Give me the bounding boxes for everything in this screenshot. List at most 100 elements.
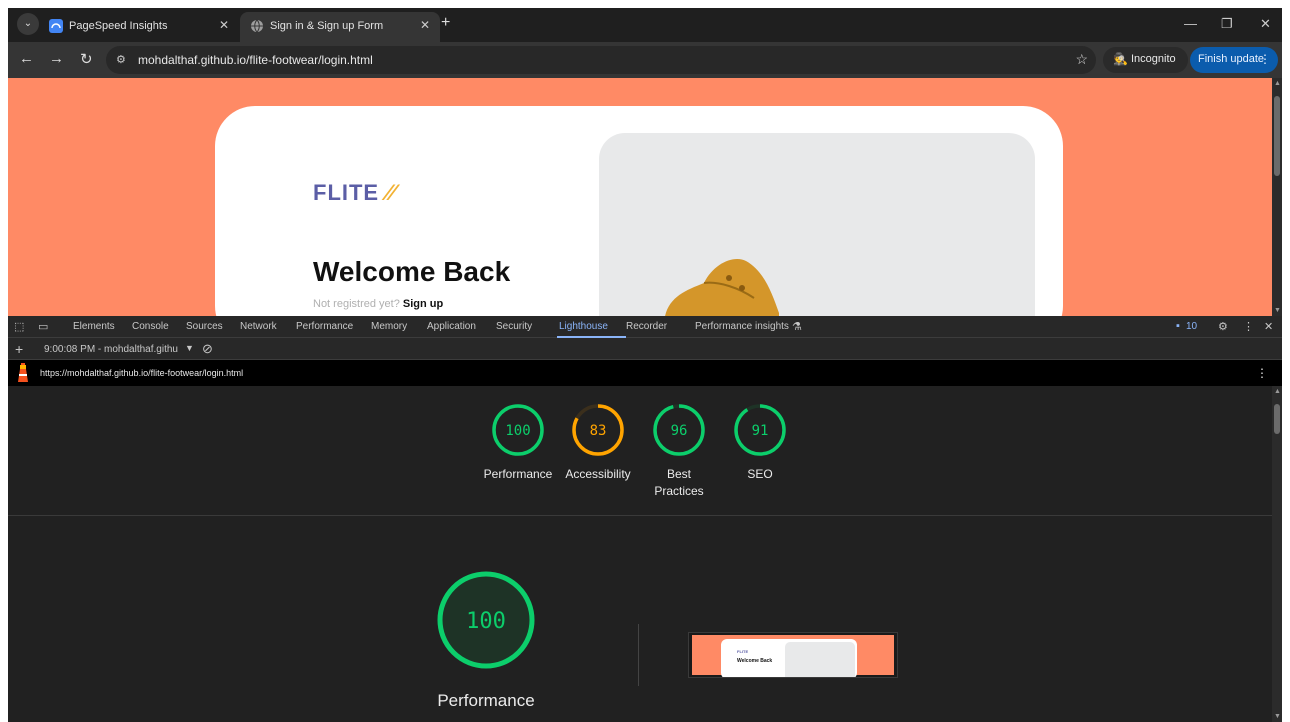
bookmark-star-icon[interactable]: ☆ xyxy=(1075,51,1088,68)
divider xyxy=(8,515,1272,516)
clear-icon[interactable]: ⊘ xyxy=(202,341,213,357)
url-text: mohdalthaf.github.io/flite-footwear/logi… xyxy=(138,53,373,67)
thumb-image-panel xyxy=(785,642,855,677)
logo-text: FLITE xyxy=(313,180,380,205)
shoe-image xyxy=(665,259,779,316)
report-selector[interactable]: 9:00:08 PM - mohdalthaf.githu xyxy=(44,344,178,355)
reload-icon[interactable]: ↻ xyxy=(80,50,93,68)
scroll-down-icon[interactable]: ▼ xyxy=(1274,307,1281,314)
tab-title: PageSpeed Insights xyxy=(69,20,168,32)
page-viewport: FLITE ⁄⁄ Welcome Back Not registred yet?… xyxy=(8,78,1282,316)
tab-console[interactable]: Console xyxy=(132,321,169,332)
score-gauge-performance[interactable]: 100 xyxy=(491,403,545,457)
score-gauge-best[interactable]: 96 xyxy=(652,403,706,457)
settings-gear-icon[interactable]: ⚙ xyxy=(1218,320,1228,333)
report-url-bar: https://mohdalthaf.github.io/flite-footw… xyxy=(8,360,1282,386)
gauge-score: 83 xyxy=(590,423,607,439)
score-gauge-seo[interactable]: 91 xyxy=(733,403,787,457)
issues-count[interactable]: 10 xyxy=(1186,321,1197,332)
gauge-label: Accessibility xyxy=(553,466,643,483)
device-toolbar-icon[interactable]: ▭ xyxy=(38,320,48,333)
signup-link[interactable]: Sign up xyxy=(403,298,443,310)
tab-pagespeed[interactable]: PageSpeed Insights ✕ xyxy=(39,12,239,42)
inspect-element-icon[interactable]: ⬚ xyxy=(14,320,24,333)
minimize-icon[interactable]: — xyxy=(1184,16,1197,31)
close-devtools-icon[interactable]: ✕ xyxy=(1264,320,1273,333)
incognito-button[interactable]: 🕵 Incognito xyxy=(1103,47,1188,73)
new-report-icon[interactable]: + xyxy=(15,341,23,357)
close-icon[interactable]: ✕ xyxy=(420,18,430,32)
tab-sources[interactable]: Sources xyxy=(186,321,223,332)
performance-gauge-large: 100 xyxy=(437,571,535,669)
tab-performance[interactable]: Performance xyxy=(296,321,353,332)
tab-elements[interactable]: Elements xyxy=(73,321,115,332)
gauge-score: 91 xyxy=(752,423,769,439)
tab-recorder[interactable]: Recorder xyxy=(626,321,667,332)
gauge-label-text: SEO xyxy=(747,467,773,481)
tab-signin[interactable]: Sign in & Sign up Form ✕ xyxy=(240,12,440,42)
gauge-label-text: Accessibility xyxy=(565,467,631,481)
thumb-card: FLITE Welcome Back xyxy=(721,639,857,677)
report-menu-icon[interactable]: ⋮ xyxy=(1256,366,1268,380)
flite-logo: FLITE ⁄⁄ xyxy=(313,180,396,206)
tab-lighthouse[interactable]: Lighthouse xyxy=(559,321,608,332)
new-tab-icon[interactable]: + xyxy=(441,14,450,32)
globe-icon xyxy=(251,19,263,33)
site-info-icon[interactable]: ⚙ xyxy=(116,53,126,66)
incognito-icon: 🕵 xyxy=(1113,52,1128,66)
flask-icon: ⚗ xyxy=(792,321,802,333)
thumb-heading: Welcome Back xyxy=(737,658,773,664)
scroll-down-icon[interactable]: ▼ xyxy=(1274,713,1281,720)
score-gauge-accessibility[interactable]: 83 xyxy=(571,403,625,457)
close-icon[interactable]: ✕ xyxy=(219,18,229,32)
page-scrollbar[interactable]: ▲ ▼ xyxy=(1272,78,1282,316)
more-options-icon[interactable]: ⋮ xyxy=(1243,320,1254,333)
finish-update-label: Finish update xyxy=(1198,53,1265,65)
final-screenshot-thumbnail[interactable]: FLITE Welcome Back xyxy=(688,632,898,678)
scroll-up-icon[interactable]: ▲ xyxy=(1274,388,1281,395)
signup-prompt: Not registred yet? Sign up xyxy=(313,298,443,310)
browser-toolbar: ← → ↻ ⚙ mohdalthaf.github.io/flite-footw… xyxy=(8,42,1282,78)
forward-icon[interactable]: → xyxy=(49,50,64,67)
login-card: FLITE ⁄⁄ Welcome Back Not registred yet?… xyxy=(215,106,1063,316)
scroll-up-icon[interactable]: ▲ xyxy=(1274,80,1281,87)
restore-icon[interactable]: ❐ xyxy=(1221,16,1233,32)
close-window-icon[interactable]: ✕ xyxy=(1260,16,1271,32)
gauge-label-text: Practices xyxy=(654,484,704,498)
scrollbar-thumb[interactable] xyxy=(1274,404,1280,434)
report-url: https://mohdalthaf.github.io/flite-footw… xyxy=(40,368,244,378)
gauge-score: 96 xyxy=(671,423,688,439)
issues-icon[interactable]: ▪ xyxy=(1176,320,1180,332)
tab-performance-insights[interactable]: Performance insights xyxy=(695,321,789,332)
page-title: Welcome Back xyxy=(313,256,511,287)
more-icon[interactable]: ⋮ xyxy=(1259,52,1271,66)
lighthouse-toolbar: + 9:00:08 PM - mohdalthaf.githu ▼ ⊘ xyxy=(8,338,1282,360)
report-scrollbar[interactable]: ▲ ▼ xyxy=(1272,386,1282,722)
incognito-label: Incognito xyxy=(1131,53,1176,65)
performance-score-large: 100 xyxy=(466,609,506,634)
tab-application[interactable]: Application xyxy=(427,321,476,332)
back-icon[interactable]: ← xyxy=(19,50,34,67)
tab-memory[interactable]: Memory xyxy=(371,321,407,332)
gauge-label: Best Practices xyxy=(634,466,724,500)
gauge-label: SEO xyxy=(715,466,805,483)
tab-security[interactable]: Security xyxy=(496,321,532,332)
address-bar[interactable]: ⚙ mohdalthaf.github.io/flite-footwear/lo… xyxy=(106,46,1096,74)
gauge-label-text: Performance xyxy=(483,467,553,481)
performance-label-large: Performance xyxy=(437,691,535,710)
gauge-label-text: Best xyxy=(666,467,691,481)
finish-update-button[interactable]: Finish update ⋮ xyxy=(1190,47,1278,73)
chevron-down-icon[interactable]: ▼ xyxy=(185,343,194,353)
shoe-image-panel xyxy=(599,133,1035,316)
vertical-separator xyxy=(638,624,639,686)
gauge-label: Performance xyxy=(473,466,563,483)
tab-network[interactable]: Network xyxy=(240,321,277,332)
thumb-logo: FLITE xyxy=(737,649,749,654)
devtools-tab-bar: ⬚ ▭ Elements Console Sources Network Per… xyxy=(8,316,1282,338)
scrollbar-thumb[interactable] xyxy=(1274,96,1280,176)
gauge-score: 100 xyxy=(505,423,530,439)
logo-swoosh-icon: ⁄⁄ xyxy=(386,180,396,205)
prompt-text: Not registred yet? xyxy=(313,298,400,310)
tab-title: Sign in & Sign up Form xyxy=(270,20,384,32)
tab-search-button[interactable]: ⌄ xyxy=(17,13,39,35)
